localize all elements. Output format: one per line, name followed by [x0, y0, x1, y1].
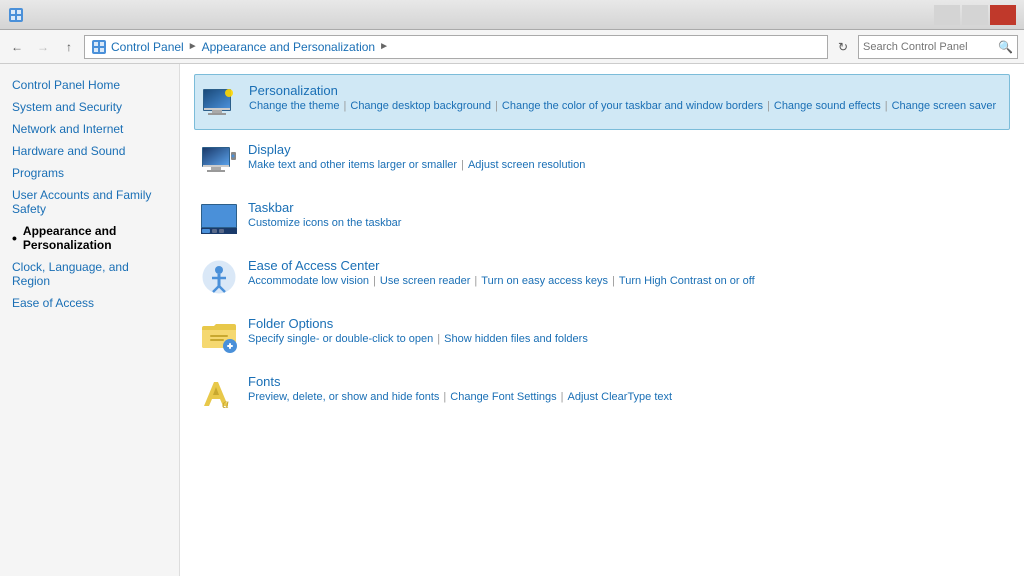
minimize-button[interactable]: [934, 5, 960, 25]
search-box: 🔍: [858, 35, 1018, 59]
section-display: Display Make text and other items larger …: [194, 134, 1010, 188]
sidebar-item-control-panel-home[interactable]: Control Panel Home: [0, 74, 179, 96]
links-ease-of-access-center: Accommodate low vision|Use screen reader…: [248, 275, 1004, 287]
section-ease-of-access-center: Ease of Access Center Accommodate low vis…: [194, 250, 1010, 304]
text-ease-of-access-center: Ease of Access Center Accommodate low vis…: [248, 258, 1004, 287]
section-personalization: PersonalizationChange the theme|Change d…: [194, 74, 1010, 130]
section-fonts: a Fonts Preview, delete, or show and hide…: [194, 366, 1010, 420]
link-ease-of-access-center-1[interactable]: Use screen reader: [380, 275, 471, 287]
link-display-1[interactable]: Adjust screen resolution: [468, 159, 585, 171]
title-bar-left: [8, 7, 24, 23]
link-fonts-0[interactable]: Preview, delete, or show and hide fonts: [248, 391, 439, 403]
text-personalization: PersonalizationChange the theme|Change d…: [249, 83, 1003, 112]
content-area: PersonalizationChange the theme|Change d…: [180, 64, 1024, 576]
sidebar: Control Panel HomeSystem and SecurityNet…: [0, 64, 180, 576]
address-path: Control Panel ► Appearance and Personali…: [84, 35, 828, 59]
icon-ease-of-access-center: [200, 258, 238, 296]
link-fonts-1[interactable]: Change Font Settings: [450, 391, 556, 403]
close-button[interactable]: [990, 5, 1016, 25]
link-taskbar-0[interactable]: Customize icons on the taskbar: [248, 217, 401, 229]
links-display: Make text and other items larger or smal…: [248, 159, 1004, 171]
path-chevron-2: ►: [379, 41, 389, 52]
up-button[interactable]: ↑: [58, 36, 80, 58]
link-folder-options-1[interactable]: Show hidden files and folders: [444, 333, 588, 345]
separator: |: [461, 159, 464, 171]
title-personalization[interactable]: Personalization: [249, 83, 1003, 98]
path-control-panel[interactable]: Control Panel: [111, 40, 184, 54]
address-right: ↻ 🔍: [832, 35, 1018, 59]
section-folder-options: Folder Options Specify single- or double-…: [194, 308, 1010, 362]
title-fonts[interactable]: Fonts: [248, 374, 1004, 389]
sidebar-item-programs[interactable]: Programs: [0, 162, 179, 184]
text-display: Display Make text and other items larger …: [248, 142, 1004, 171]
icon-personalization: [201, 83, 239, 121]
links-taskbar: Customize icons on the taskbar: [248, 217, 1004, 229]
icon-folder-options: [200, 316, 238, 354]
link-display-0[interactable]: Make text and other items larger or smal…: [248, 159, 457, 171]
sidebar-item-appearance[interactable]: Appearance and Personalization: [0, 220, 179, 256]
separator: |: [474, 275, 477, 287]
sidebar-item-hardware-sound[interactable]: Hardware and Sound: [0, 140, 179, 162]
icon-display: [200, 142, 238, 180]
sidebar-item-clock-language[interactable]: Clock, Language, and Region: [0, 256, 179, 292]
text-taskbar: Taskbar Customize icons on the taskbar: [248, 200, 1004, 229]
icon-taskbar: [200, 200, 238, 238]
main-window: Control Panel HomeSystem and SecurityNet…: [0, 64, 1024, 576]
link-folder-options-0[interactable]: Specify single- or double-click to open: [248, 333, 433, 345]
sidebar-item-system-security[interactable]: System and Security: [0, 96, 179, 118]
title-display[interactable]: Display: [248, 142, 1004, 157]
link-personalization-4[interactable]: Change screen saver: [892, 100, 997, 112]
title-folder-options[interactable]: Folder Options: [248, 316, 1004, 331]
separator: |: [612, 275, 615, 287]
sidebar-item-ease-access[interactable]: Ease of Access: [0, 292, 179, 314]
link-personalization-0[interactable]: Change the theme: [249, 100, 340, 112]
separator: |: [561, 391, 564, 403]
window-icon: [8, 7, 24, 23]
back-button[interactable]: ←: [6, 36, 28, 58]
section-taskbar: Taskbar Customize icons on the taskbar: [194, 192, 1010, 246]
separator: |: [885, 100, 888, 112]
link-ease-of-access-center-0[interactable]: Accommodate low vision: [248, 275, 369, 287]
search-input[interactable]: [863, 41, 998, 53]
link-ease-of-access-center-2[interactable]: Turn on easy access keys: [481, 275, 608, 287]
window-controls: [934, 5, 1016, 25]
separator: |: [443, 391, 446, 403]
svg-text:a: a: [222, 397, 229, 412]
path-icon: [91, 39, 107, 55]
title-taskbar[interactable]: Taskbar: [248, 200, 1004, 215]
link-personalization-1[interactable]: Change desktop background: [350, 100, 491, 112]
link-personalization-3[interactable]: Change sound effects: [774, 100, 881, 112]
address-bar: ← → ↑ Control Panel ► Appearance and Per…: [0, 30, 1024, 64]
links-personalization: Change the theme|Change desktop backgrou…: [249, 100, 1003, 112]
maximize-button[interactable]: [962, 5, 988, 25]
separator: |: [437, 333, 440, 345]
text-folder-options: Folder Options Specify single- or double-…: [248, 316, 1004, 345]
sidebar-item-user-accounts[interactable]: User Accounts and Family Safety: [0, 184, 179, 220]
forward-button[interactable]: →: [32, 36, 54, 58]
link-fonts-2[interactable]: Adjust ClearType text: [568, 391, 673, 403]
search-icon: 🔍: [998, 40, 1013, 54]
title-bar: [0, 0, 1024, 30]
path-chevron-1: ►: [188, 41, 198, 52]
path-appearance[interactable]: Appearance and Personalization: [202, 40, 375, 54]
links-folder-options: Specify single- or double-click to open |…: [248, 333, 1004, 345]
separator: |: [767, 100, 770, 112]
text-fonts: Fonts Preview, delete, or show and hide f…: [248, 374, 1004, 403]
link-ease-of-access-center-3[interactable]: Turn High Contrast on or off: [619, 275, 755, 287]
separator: |: [344, 100, 347, 112]
separator: |: [373, 275, 376, 287]
icon-fonts: a: [200, 374, 238, 412]
link-personalization-2[interactable]: Change the color of your taskbar and win…: [502, 100, 763, 112]
sidebar-item-network-internet[interactable]: Network and Internet: [0, 118, 179, 140]
refresh-button[interactable]: ↻: [832, 36, 854, 58]
separator: |: [495, 100, 498, 112]
title-ease-of-access-center[interactable]: Ease of Access Center: [248, 258, 1004, 273]
links-fonts: Preview, delete, or show and hide fonts |…: [248, 391, 1004, 403]
